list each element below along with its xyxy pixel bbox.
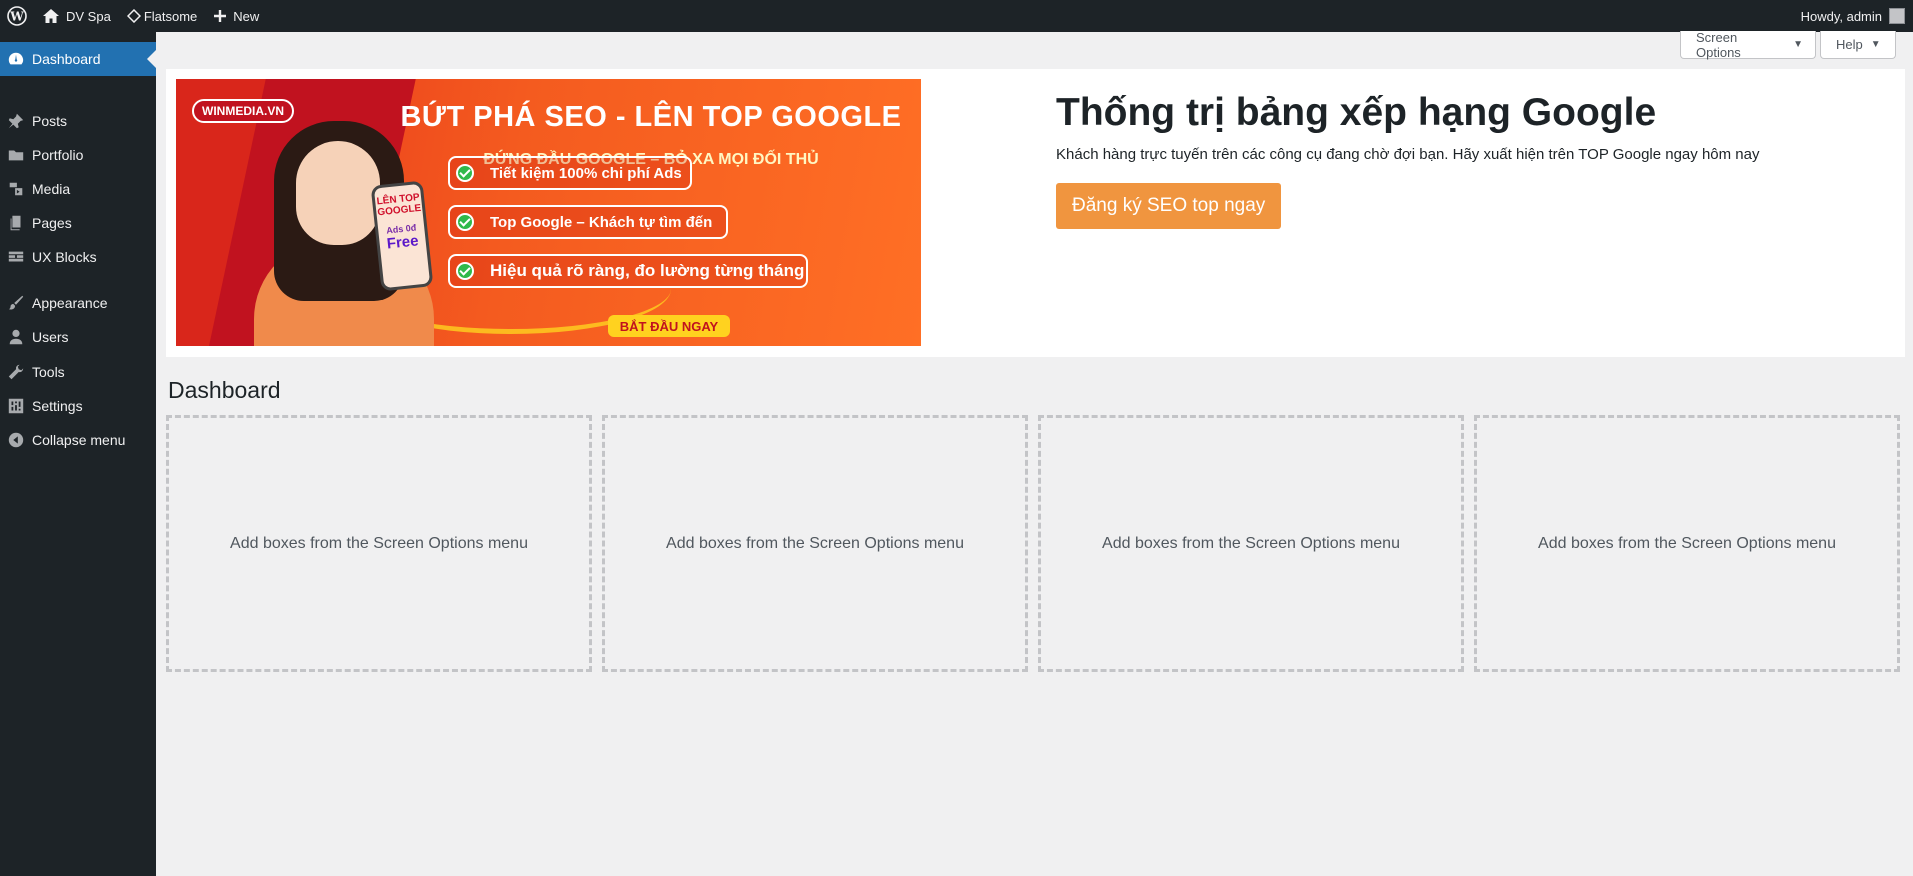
flatsome-label: Flatsome — [143, 8, 198, 24]
pin-icon — [0, 112, 32, 130]
blocks-icon — [0, 248, 32, 266]
sidebar-item-label: Appearance — [32, 295, 108, 311]
winmedia-badge: WINMEDIA.VN — [192, 99, 294, 123]
sidebar-item-label: Tools — [32, 364, 65, 380]
sidebar-item-tools[interactable]: Tools — [0, 355, 156, 389]
empty-dropzone-text: Add boxes from the Screen Options menu — [1102, 534, 1400, 552]
woman-face-shape — [296, 141, 380, 245]
sidebar-item-pages[interactable]: Pages — [0, 206, 156, 240]
admin-bar: W DV Spa Flatsome New Howdy, admin — [0, 0, 1913, 32]
banner-point: Top Google – Khách tự tìm đến — [448, 205, 728, 239]
banner-point: Hiệu quả rõ ràng, đo lường từng tháng — [448, 254, 808, 288]
banner-point-text: Tiết kiệm 100% chi phí Ads — [490, 164, 682, 182]
howdy-label: Howdy, admin — [1800, 8, 1882, 24]
plus-icon — [213, 9, 227, 23]
caret-down-icon: ▼ — [1793, 39, 1803, 50]
admin-menu: Dashboard Posts Portfolio Media Pages UX… — [0, 32, 156, 876]
promo-description: Khách hàng trực tuyến trên các công cụ đ… — [1056, 146, 1760, 163]
check-icon — [456, 164, 474, 182]
collapse-menu-button[interactable]: Collapse menu — [0, 423, 156, 457]
sidebar-item-label: Users — [32, 329, 69, 345]
user-icon — [0, 328, 32, 346]
sidebar-item-label: UX Blocks — [32, 249, 97, 265]
avatar — [1889, 8, 1905, 24]
collapse-icon — [0, 431, 32, 449]
widget-dropzone[interactable]: Add boxes from the Screen Options menu — [602, 415, 1028, 672]
banner-title: BỨT PHÁ SEO - LÊN TOP GOOGLE — [400, 101, 902, 133]
empty-dropzone-text: Add boxes from the Screen Options menu — [666, 534, 964, 552]
wordpress-logo-icon[interactable]: W — [0, 0, 34, 32]
widget-dropzone[interactable]: Add boxes from the Screen Options menu — [166, 415, 592, 672]
home-icon — [42, 8, 60, 24]
sidebar-item-media[interactable]: Media — [0, 172, 156, 206]
banner-point: Tiết kiệm 100% chi phí Ads — [448, 156, 692, 190]
pages-icon — [0, 214, 32, 232]
my-account-link[interactable]: Howdy, admin — [1801, 0, 1905, 32]
brush-icon — [0, 294, 32, 312]
caret-down-icon: ▼ — [1870, 39, 1881, 50]
widget-dropzone[interactable]: Add boxes from the Screen Options menu — [1474, 415, 1900, 672]
sidebar-item-label: Collapse menu — [32, 432, 126, 448]
sidebar-item-label: Dashboard — [32, 51, 101, 67]
settings-icon — [0, 397, 32, 415]
sidebar-item-label: Pages — [32, 215, 72, 231]
seo-banner-image[interactable]: LÊN TOP GOOGLE Ads 0đ Free WINMEDIA.VN B… — [176, 79, 921, 346]
screen-options-label: Screen Options — [1696, 29, 1741, 60]
sidebar-item-label: Portfolio — [32, 147, 84, 163]
sidebar-item-label: Settings — [32, 398, 83, 414]
sidebar-item-dashboard[interactable]: Dashboard — [0, 42, 156, 76]
check-icon — [456, 213, 474, 231]
media-icon — [0, 180, 32, 198]
widget-dropzone[interactable]: Add boxes from the Screen Options menu — [1038, 415, 1464, 672]
screen-options-button[interactable]: Screen Options ▼ — [1680, 29, 1816, 60]
site-name-label: DV Spa — [66, 8, 111, 24]
page-title: Dashboard — [168, 377, 281, 403]
sidebar-item-appearance[interactable]: Appearance — [0, 286, 156, 320]
sidebar-item-users[interactable]: Users — [0, 320, 156, 354]
sidebar-item-ux-blocks[interactable]: UX Blocks — [0, 240, 156, 274]
banner-cta-badge: BẮT ĐẦU NGAY — [608, 315, 730, 337]
phone-line-3: Free — [386, 232, 420, 253]
promo-title: Thống trị bảng xếp hạng Google — [1056, 91, 1657, 134]
banner-point-text: Hiệu quả rõ ràng, đo lường từng tháng — [490, 261, 805, 280]
help-button[interactable]: Help ▼ — [1820, 31, 1896, 59]
phone-graphic: LÊN TOP GOOGLE Ads 0đ Free — [370, 180, 434, 292]
empty-dropzone-text: Add boxes from the Screen Options menu — [1538, 534, 1836, 552]
register-seo-button[interactable]: Đăng ký SEO top ngay — [1056, 183, 1282, 229]
new-content-link[interactable]: New — [205, 0, 267, 32]
flatsome-link[interactable]: Flatsome — [119, 0, 205, 32]
sidebar-item-settings[interactable]: Settings — [0, 389, 156, 423]
phone-line-1: LÊN TOP GOOGLE — [376, 191, 422, 219]
help-label: Help — [1836, 37, 1863, 52]
diamond-icon — [126, 9, 141, 23]
sidebar-item-label: Posts — [32, 113, 68, 129]
sidebar-item-posts[interactable]: Posts — [0, 104, 156, 138]
new-label: New — [233, 8, 260, 24]
seo-promo-panel: LÊN TOP GOOGLE Ads 0đ Free WINMEDIA.VN B… — [166, 69, 1905, 357]
sidebar-item-label: Media — [32, 181, 71, 197]
dashboard-icon — [0, 50, 32, 68]
svg-text:W: W — [9, 10, 24, 24]
check-icon — [456, 262, 474, 280]
folder-icon — [0, 146, 32, 164]
empty-dropzone-text: Add boxes from the Screen Options menu — [230, 534, 528, 552]
banner-point-text: Top Google – Khách tự tìm đến — [490, 213, 713, 231]
sidebar-item-portfolio[interactable]: Portfolio — [0, 138, 156, 172]
site-name-link[interactable]: DV Spa — [34, 0, 119, 32]
wrench-icon — [0, 363, 32, 381]
